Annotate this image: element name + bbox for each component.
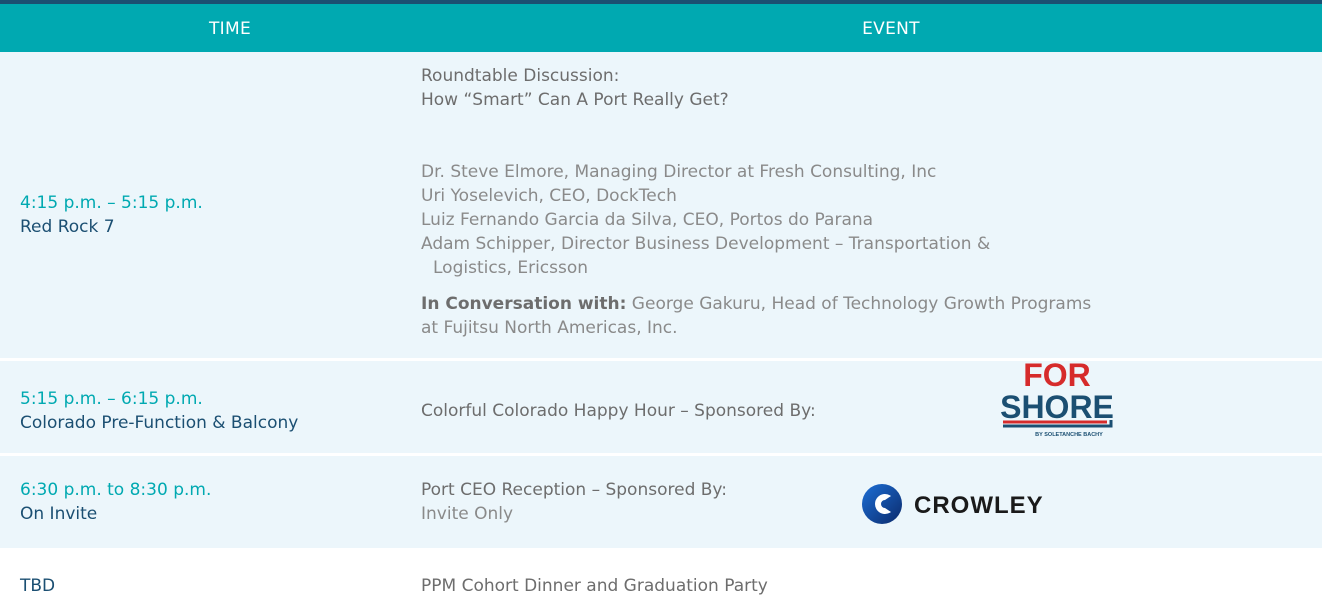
location: On Invite [20,504,98,524]
forshore-logo-line2: SHORE [1000,389,1114,425]
row-time-block: 5:15 p.m. – 6:15 p.m. Colorado Pre-Funct… [20,387,298,435]
schedule-row: 4:15 p.m. – 5:15 p.m. Red Rock 7 Roundta… [0,52,1322,358]
moderator-text-line2: at Fujitsu North Americas, Inc. [421,318,678,338]
speaker: Dr. Steve Elmore, Managing Director at F… [421,162,937,182]
location: Red Rock 7 [20,217,115,237]
event-block: Port CEO Reception – Sponsored By: Invit… [421,478,727,526]
time-range: 4:15 p.m. – 5:15 p.m. [20,193,203,213]
event-subtitle: Invite Only [421,504,514,524]
moderator-label: In Conversation with: [421,294,627,314]
time-range: 6:30 p.m. to 8:30 p.m. [20,480,212,500]
event-title: PPM Cohort Dinner and Graduation Party [421,576,768,596]
row-time-block: 6:30 p.m. to 8:30 p.m. On Invite [20,478,211,526]
row-time-block: TBD [20,574,55,598]
forshore-logo-line1: FOR [1023,357,1091,393]
event-title: How “Smart” Can A Port Really Get? [421,90,729,110]
moderator-line: In Conversation with: George Gakuru, Hea… [421,292,1091,316]
event-block: PPM Cohort Dinner and Graduation Party [421,574,768,598]
schedule-header: TIME EVENT [0,4,1322,52]
location: Colorado Pre-Function & Balcony [20,413,299,433]
header-event: EVENT [862,19,920,39]
schedule-row: TBD PPM Cohort Dinner and Graduation Par… [0,548,1322,604]
speaker: Adam Schipper, Director Business Develop… [421,234,991,254]
event-block: Roundtable Discussion: How “Smart” Can A… [421,64,1091,340]
schedule-row: 5:15 p.m. – 6:15 p.m. Colorado Pre-Funct… [0,361,1322,453]
moderator-text: George Gakuru, Head of Technology Growth… [626,294,1092,314]
forshore-logo-tagline: BY SOLETANCHE BACHY [1035,432,1103,438]
speaker: Uri Yoselevich, CEO, DockTech [421,186,677,206]
crowley-logo: CROWLEY [862,484,1044,524]
time-range: TBD [20,576,56,596]
event-title: Roundtable Discussion: [421,66,620,86]
time-range: 5:15 p.m. – 6:15 p.m. [20,389,203,409]
crowley-logo-name: CROWLEY [914,492,1044,519]
speaker: Luiz Fernando Garcia da Silva, CEO, Port… [421,210,874,230]
forshore-logo: FOR SHORE BY SOLETANCHE BACHY [1000,357,1114,438]
event-title: Colorful Colorado Happy Hour – Sponsored… [421,401,816,421]
header-time: TIME [208,19,251,39]
row-time-block: 4:15 p.m. – 5:15 p.m. Red Rock 7 [20,191,203,239]
event-block: Colorful Colorado Happy Hour – Sponsored… [421,399,816,423]
event-title: Port CEO Reception – Sponsored By: [421,480,727,500]
speaker: Logistics, Ericsson [433,258,589,278]
